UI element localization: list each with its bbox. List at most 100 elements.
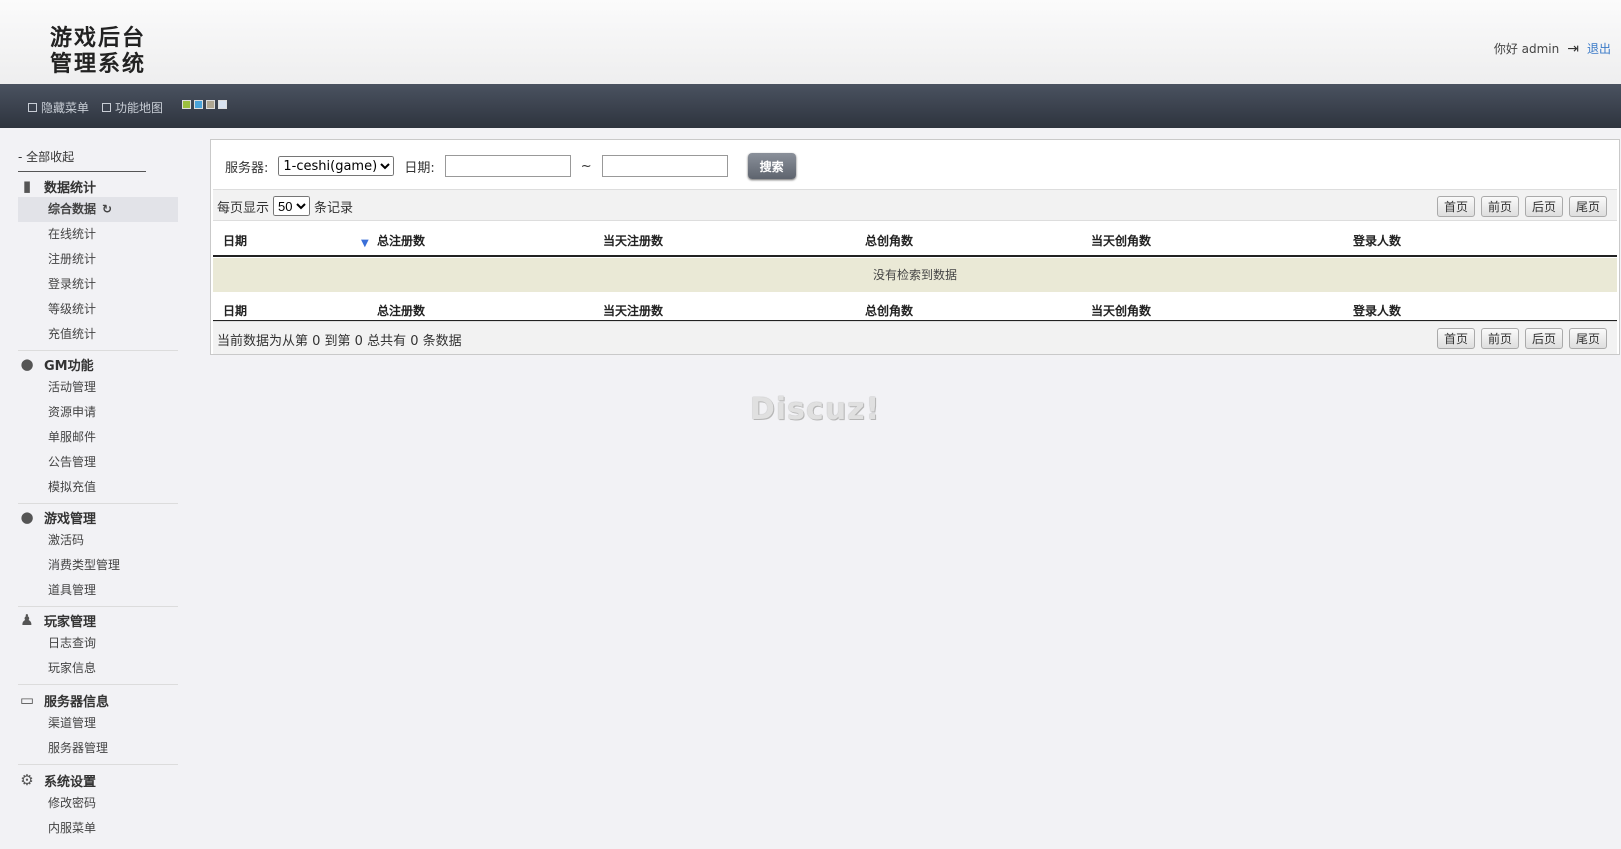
- per-page-select[interactable]: 50: [273, 196, 311, 216]
- column-header[interactable]: 当天注册数: [603, 232, 663, 249]
- sidebar-item[interactable]: 在线统计: [18, 222, 178, 247]
- column-footer: 日期: [223, 304, 248, 318]
- group-title-label: GM功能: [44, 358, 94, 374]
- sidebar-item[interactable]: 激活码: [18, 528, 178, 553]
- column-footer: 总注册数: [377, 304, 426, 318]
- user-area: 你好 admin ⇥ 退出: [1494, 40, 1611, 57]
- divider: [18, 764, 178, 765]
- first-page-button[interactable]: 首页: [1436, 196, 1475, 217]
- column-footer: 当天创角数: [1091, 304, 1152, 318]
- column-header[interactable]: 总注册数: [377, 232, 425, 249]
- filter-bar: 服务器: 1-ceshi(game) 日期: ~ 搜索: [225, 153, 796, 179]
- first-page-button[interactable]: 首页: [1436, 328, 1475, 349]
- date-label: 日期:: [404, 160, 435, 176]
- column-footer: 当天注册数: [603, 304, 664, 318]
- last-page-button[interactable]: 尾页: [1568, 196, 1607, 217]
- sidebar-item-overview[interactable]: 综合数据 ↻: [18, 197, 178, 222]
- prev-page-button[interactable]: 前页: [1480, 328, 1519, 349]
- start-date-input[interactable]: [444, 155, 571, 177]
- sidebar-item-label: 综合数据: [48, 202, 97, 216]
- table-footer-header: 日期 总注册数 当天注册数 总创角数 当天创角数 登录人数: [213, 300, 1617, 322]
- sidebar-item[interactable]: 活动管理: [18, 375, 178, 400]
- per-page-prefix: 每页显示: [217, 200, 270, 216]
- function-map-label: 功能地图: [115, 101, 164, 115]
- menu-group-stats: ▮ 数据统计 综合数据 ↻ 在线统计 注册统计 登录统计 等级统计 充值统计: [18, 175, 178, 351]
- prev-page-button[interactable]: 前页: [1480, 196, 1519, 217]
- group-title-label: 系统设置: [44, 774, 97, 790]
- last-page-button[interactable]: 尾页: [1568, 328, 1607, 349]
- bubbles-icon: ●: [20, 355, 34, 373]
- sidebar-item[interactable]: 玩家信息: [18, 656, 178, 681]
- column-header[interactable]: 总创角数: [865, 232, 913, 249]
- sidebar-item[interactable]: 消费类型管理: [18, 553, 178, 578]
- collapse-all-link[interactable]: - 全部收起: [18, 148, 146, 172]
- monitor-icon: ▭: [19, 691, 35, 709]
- top-navbar: 隐藏菜单 功能地图: [0, 84, 1621, 128]
- skin-swatch[interactable]: [218, 100, 227, 109]
- column-header[interactable]: 登录人数: [1353, 232, 1401, 249]
- sidebar-item[interactable]: 修改密码: [18, 791, 178, 816]
- sidebar-item[interactable]: 服务器管理: [18, 736, 178, 761]
- sidebar-item[interactable]: 登录统计: [18, 272, 178, 297]
- group-title[interactable]: ⚙ 系统设置: [18, 769, 178, 791]
- skin-switcher: [182, 100, 227, 109]
- group-title[interactable]: ♟ 玩家管理: [18, 609, 178, 631]
- sidebar-item[interactable]: 渠道管理: [18, 711, 178, 736]
- group-title-label: 服务器信息: [44, 694, 110, 710]
- sidebar-item[interactable]: 等级统计: [18, 297, 178, 322]
- sidebar-item[interactable]: 公告管理: [18, 450, 178, 475]
- sidebar-item[interactable]: 日志查询: [18, 631, 178, 656]
- sidebar-item[interactable]: 内服菜单: [18, 816, 178, 841]
- bubbles-icon: ●: [20, 508, 34, 526]
- greeting: 你好 admin: [1493, 42, 1560, 56]
- sidebar-item[interactable]: 单服邮件: [18, 425, 178, 450]
- logo-line-2: 管理系统: [50, 51, 147, 77]
- end-date-input[interactable]: [601, 155, 728, 177]
- records-summary: 当前数据为从第 0 到第 0 总共有 0 条数据: [217, 334, 462, 349]
- server-select[interactable]: 1-ceshi(game): [278, 156, 395, 176]
- server-label: 服务器:: [225, 160, 269, 176]
- divider: [18, 350, 178, 351]
- skin-swatch[interactable]: [194, 100, 203, 109]
- column-footer: 登录人数: [1353, 304, 1402, 318]
- main-panel: 服务器: 1-ceshi(game) 日期: ~ 搜索 每页显示 50 条记录 …: [210, 139, 1620, 355]
- group-title[interactable]: ● 游戏管理: [18, 506, 178, 528]
- column-header-date[interactable]: 日期: [223, 232, 247, 249]
- grid-icon: [102, 103, 111, 112]
- group-title[interactable]: ▭ 服务器信息: [18, 689, 178, 711]
- pager-bottom: 首页 前页 后页 尾页: [1436, 328, 1607, 349]
- skin-swatch[interactable]: [182, 100, 191, 109]
- menu-group-settings: ⚙ 系统设置 修改密码 内服菜单: [18, 769, 178, 841]
- next-page-button[interactable]: 后页: [1524, 196, 1563, 217]
- user-icon: ♟: [20, 611, 34, 629]
- sidebar-item[interactable]: 模拟充值: [18, 475, 178, 500]
- logout-icon[interactable]: ⇥: [1567, 41, 1579, 57]
- hide-menu-label: 隐藏菜单: [41, 101, 90, 115]
- sidebar-item[interactable]: 充值统计: [18, 322, 178, 347]
- group-title-label: 数据统计: [44, 180, 97, 196]
- discuz-watermark: Discuz!: [750, 392, 881, 427]
- search-button[interactable]: 搜索: [747, 153, 796, 179]
- menu-group-gm: ● GM功能 活动管理 资源申请 单服邮件 公告管理 模拟充值: [18, 353, 178, 504]
- sidebar-item[interactable]: 注册统计: [18, 247, 178, 272]
- column-header[interactable]: 当天创角数: [1091, 232, 1151, 249]
- menu-group-servers: ▭ 服务器信息 渠道管理 服务器管理: [18, 689, 178, 765]
- sort-desc-icon[interactable]: ▼: [361, 238, 369, 249]
- group-title[interactable]: ▮ 数据统计: [18, 175, 178, 197]
- hide-menu-button[interactable]: 隐藏菜单: [28, 99, 89, 116]
- group-title[interactable]: ● GM功能: [18, 353, 178, 375]
- logo: 游戏后台 管理系统: [50, 25, 146, 77]
- logout-link[interactable]: 退出: [1587, 40, 1611, 57]
- divider: [18, 503, 178, 504]
- sidebar-item[interactable]: 资源申请: [18, 400, 178, 425]
- menu-group-game: ● 游戏管理 激活码 消费类型管理 道具管理: [18, 506, 178, 607]
- function-map-button[interactable]: 功能地图: [102, 99, 163, 116]
- column-footer: 总创角数: [865, 304, 914, 318]
- next-page-button[interactable]: 后页: [1524, 328, 1563, 349]
- skin-swatch[interactable]: [206, 100, 215, 109]
- sidebar-item[interactable]: 道具管理: [18, 578, 178, 603]
- empty-message: 没有检索到数据: [213, 258, 1617, 292]
- per-page: 每页显示 50 条记录: [217, 196, 353, 216]
- menu-group-players: ♟ 玩家管理 日志查询 玩家信息: [18, 609, 178, 685]
- group-title-label: 游戏管理: [44, 511, 97, 527]
